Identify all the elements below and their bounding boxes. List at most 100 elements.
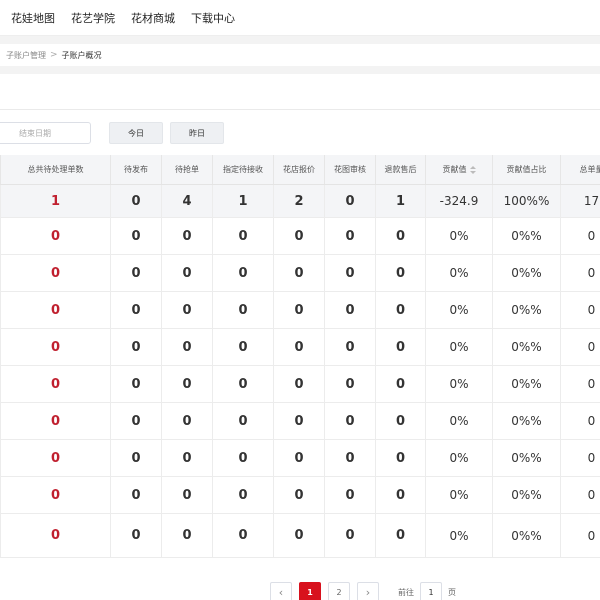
cell-pending-publish: 0: [110, 403, 161, 439]
cell-value-pending-total: 0: [50, 413, 61, 429]
next-page-button[interactable]: ›: [357, 582, 379, 600]
nav-item-downloads[interactable]: 下载中心: [191, 10, 235, 26]
cell-value-assigned-pending: 1: [238, 193, 248, 209]
cell-pending-grab: 0: [161, 255, 212, 291]
cell-image-review: 0: [324, 477, 375, 513]
header-assigned-pending: 指定待接收: [212, 155, 273, 184]
cell-value-total-orders: 0: [587, 528, 596, 543]
nav-item-academy[interactable]: 花艺学院: [71, 10, 115, 26]
cell-pending-grab: 0: [161, 403, 212, 439]
cell-refund-aftersale: 0: [375, 366, 425, 402]
cell-pending-grab: 0: [161, 218, 212, 254]
cell-assigned-pending: 0: [212, 255, 273, 291]
cell-value-assigned-pending: 0: [238, 450, 248, 466]
cell-value-shop-quote: 0: [294, 528, 304, 543]
breadcrumb-separator: >: [50, 50, 58, 60]
chevron-right-icon: ›: [365, 585, 371, 599]
cell-value-contribution-share: 0%%: [511, 303, 542, 317]
cell-pending-grab: 0: [161, 329, 212, 365]
goto-label: 前往: [398, 587, 414, 597]
cell-value-refund-aftersale: 0: [395, 528, 406, 543]
cell-pending-publish: 0: [110, 440, 161, 476]
cell-pending-total: 1: [0, 185, 110, 217]
cell-value-refund-aftersale: 0: [395, 450, 406, 466]
header-pending-grab: 待抢单: [161, 155, 212, 184]
cell-contribution: 0%: [425, 329, 492, 365]
cell-value-assigned-pending: 0: [238, 265, 248, 281]
table-row: 0 0 0 0 0 0 0 0% 0%% 0: [0, 255, 600, 292]
page-button-2[interactable]: 2: [328, 582, 350, 600]
sub-account-table: 总共待处理单数 待发布 待抢单 指定待接收 花店报价 花图审核 退款售后 贡献值 贡献值占比 总单…: [0, 155, 600, 558]
cell-pending-total: 0: [0, 255, 110, 291]
cell-image-review: 0: [324, 292, 375, 328]
cell-pending-total: 0: [0, 403, 110, 439]
cell-value-refund-aftersale: 0: [395, 376, 406, 392]
cell-assigned-pending: 0: [212, 292, 273, 328]
yesterday-button[interactable]: 昨日: [170, 122, 224, 144]
today-button[interactable]: 今日: [109, 122, 163, 144]
cell-assigned-pending: 0: [212, 440, 273, 476]
cell-value-pending-total: 0: [50, 339, 61, 355]
cell-value-total-orders: 0: [587, 451, 596, 465]
cell-refund-aftersale: 0: [375, 514, 425, 557]
cell-value-contribution-share: 0%%: [511, 266, 542, 280]
header-label-image-review: 花图审核: [334, 165, 366, 174]
cell-contribution-share: 0%%: [492, 366, 560, 402]
prev-page-button[interactable]: ‹: [270, 582, 292, 600]
cell-value-contribution: -324.9: [439, 194, 479, 208]
cell-value-shop-quote: 0: [294, 487, 304, 503]
sort-icon[interactable]: [469, 165, 476, 174]
header-label-assigned-pending: 指定待接收: [223, 165, 263, 174]
cell-contribution-share: 0%%: [492, 292, 560, 328]
cell-pending-grab: 4: [161, 185, 212, 217]
header-label-pending-total: 总共待处理单数: [27, 165, 84, 174]
cell-total-orders: 0: [560, 440, 600, 476]
top-nav: 花娃地图 花艺学院 花材商城 下载中心: [0, 0, 600, 36]
header-label-total-orders: 总单量: [579, 165, 600, 174]
cell-value-pending-total: 1: [50, 193, 61, 209]
nav-item-mall[interactable]: 花材商城: [131, 10, 175, 26]
nav-item-map[interactable]: 花娃地图: [11, 10, 55, 26]
cell-contribution-share: 100%%: [492, 185, 560, 217]
cell-value-shop-quote: 2: [294, 193, 304, 209]
end-date-input[interactable]: 结束日期: [0, 122, 91, 144]
cell-value-assigned-pending: 0: [238, 413, 248, 429]
page-button-1[interactable]: 1: [299, 582, 321, 600]
cell-value-pending-publish: 0: [131, 413, 141, 429]
cell-value-contribution-share: 0%%: [511, 528, 542, 543]
cell-shop-quote: 2: [273, 185, 324, 217]
cell-value-contribution: 0%: [449, 377, 469, 391]
cell-assigned-pending: 0: [212, 329, 273, 365]
cell-pending-total: 0: [0, 440, 110, 476]
cell-image-review: 0: [324, 218, 375, 254]
cell-value-contribution-share: 0%%: [511, 488, 542, 502]
cell-value-refund-aftersale: 1: [395, 193, 406, 209]
cell-value-contribution: 0%: [449, 340, 469, 354]
cell-contribution-share: 0%%: [492, 440, 560, 476]
page-unit-label: 页: [448, 587, 456, 597]
cell-pending-total: 0: [0, 218, 110, 254]
cell-refund-aftersale: 0: [375, 218, 425, 254]
cell-pending-total: 0: [0, 477, 110, 513]
cell-value-refund-aftersale: 0: [395, 339, 406, 355]
header-label-contribution: 贡献值: [442, 165, 467, 174]
cell-contribution: 0%: [425, 403, 492, 439]
cell-value-pending-total: 0: [50, 302, 61, 318]
cell-total-orders: 0: [560, 477, 600, 513]
section-gap: [0, 36, 600, 44]
cell-value-contribution: 0%: [449, 414, 469, 428]
cell-value-pending-grab: 0: [182, 413, 192, 429]
cell-pending-publish: 0: [110, 292, 161, 328]
cell-pending-publish: 0: [110, 185, 161, 217]
cell-contribution: 0%: [425, 366, 492, 402]
cell-value-pending-grab: 0: [182, 450, 192, 466]
cell-value-pending-grab: 0: [182, 487, 192, 503]
cell-value-shop-quote: 0: [294, 339, 304, 355]
cell-value-refund-aftersale: 0: [395, 302, 406, 318]
header-label-contribution-share: 贡献值占比: [506, 165, 547, 174]
table-row: 0 0 0 0 0 0 0 0% 0%% 0: [0, 218, 600, 255]
cell-shop-quote: 0: [273, 218, 324, 254]
breadcrumb-parent[interactable]: 子账户管理: [6, 50, 46, 61]
goto-page-input[interactable]: 1: [420, 582, 442, 600]
table-row: 0 0 0 0 0 0 0 0% 0%% 0: [0, 514, 600, 558]
